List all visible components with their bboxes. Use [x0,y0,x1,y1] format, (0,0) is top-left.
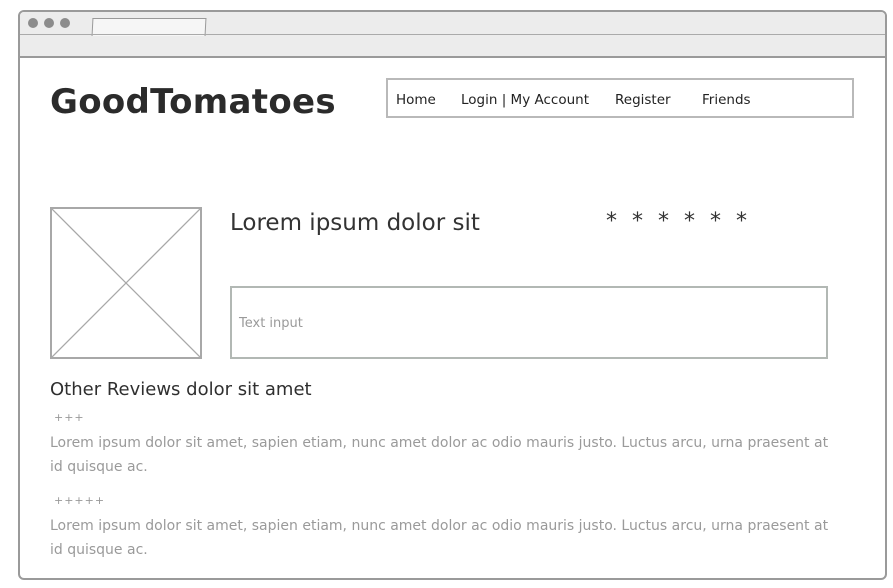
tabstrip-divider [20,34,885,35]
browser-window: GoodTomatoes Home Login | My Account Reg… [18,10,887,580]
site-logo[interactable]: GoodTomatoes [50,82,336,122]
main-nav: Home Login | My Account Register Friends [386,78,854,118]
window-minimize-dot[interactable] [44,18,54,28]
movie-image-placeholder [50,207,202,359]
other-reviews-heading: Other Reviews dolor sit amet [50,379,312,400]
image-placeholder-icon [52,209,200,357]
nav-home-link[interactable]: Home [396,92,436,108]
star-rating[interactable]: * * * * * * [606,209,751,234]
nav-friends-link[interactable]: Friends [702,92,751,108]
window-close-dot[interactable] [28,18,38,28]
review-rating: +++ [54,411,85,424]
review-input-placeholder: Text input [239,316,303,331]
window-maximize-dot[interactable] [60,18,70,28]
review-text-input[interactable]: Text input [230,286,828,359]
movie-title: Lorem ipsum dolor sit [230,210,480,236]
review-text: Lorem ipsum dolor sit amet, sapien etiam… [50,435,829,475]
review-rating: +++++ [54,494,106,507]
browser-titlebar [20,12,885,58]
nav-register-link[interactable]: Register [615,92,671,108]
nav-login-account-link[interactable]: Login | My Account [461,92,589,108]
review-text: Lorem ipsum dolor sit amet, sapien etiam… [50,518,829,558]
